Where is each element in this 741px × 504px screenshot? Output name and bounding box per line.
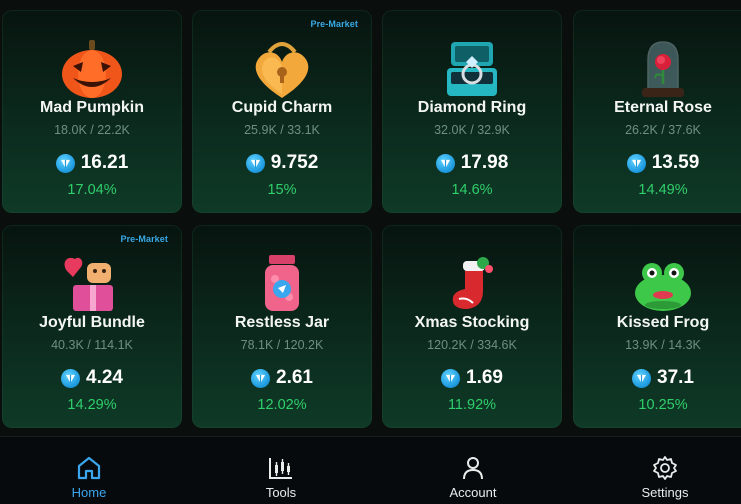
nav-item-account[interactable]: Account — [413, 437, 533, 504]
gift-bundle-icon — [64, 257, 113, 311]
gift-change: 15% — [267, 182, 297, 198]
nav-label: Tools — [265, 485, 297, 500]
gift-price: 1.69 — [382, 367, 562, 389]
ton-icon — [55, 153, 75, 173]
user-icon — [463, 457, 483, 480]
gift-card-mad-pumpkin[interactable]: Mad Pumpkin 18.0K / 22.2K 16.21 17.04% — [2, 10, 182, 213]
gift-card-eternal-rose[interactable]: Eternal Rose 26.2K / 37.6K 13.59 14.49% — [573, 10, 741, 213]
gift-change: 11.92% — [447, 397, 497, 413]
nav-item-tools[interactable]: Tools — [221, 437, 341, 504]
gift-change: 17.04% — [67, 182, 117, 198]
gift-supply: 78.1K / 120.2K — [240, 338, 324, 352]
gift-price-value: 17.98 — [460, 152, 509, 173]
gift-supply: 32.0K / 32.9K — [434, 123, 510, 137]
pumpkin-icon — [62, 40, 122, 98]
gift-price-value: 37.1 — [657, 367, 694, 388]
gift-name: Xmas Stocking — [414, 314, 530, 331]
gift-card-kissed-frog[interactable]: Kissed Frog 13.9K / 14.3K 37.1 10.25% — [573, 225, 741, 428]
nav-item-home[interactable]: Home — [29, 437, 149, 504]
stocking-icon — [452, 257, 493, 309]
gift-price: 2.61 — [192, 367, 372, 389]
gift-supply: 120.2K / 334.6K — [427, 338, 517, 352]
home-icon — [77, 456, 101, 480]
gift-name: Eternal Rose — [614, 99, 712, 116]
gift-card-restless-jar[interactable]: Restless Jar 78.1K / 120.2K 2.61 12.02% — [192, 225, 372, 428]
gift-price: 4.24 — [2, 367, 182, 389]
gift-supply: 25.9K / 33.1K — [244, 123, 320, 137]
gift-price: 9.752 — [192, 152, 372, 174]
gift-price-value: 2.61 — [276, 367, 313, 388]
ton-icon — [626, 153, 646, 173]
gift-price: 16.21 — [2, 152, 182, 174]
gift-name: Cupid Charm — [231, 99, 333, 116]
gift-supply: 26.2K / 37.6K — [625, 123, 701, 137]
gift-card-joyful-bundle[interactable]: Pre-Market Joyful Bundle 40.3K / 114.1K … — [2, 225, 182, 428]
rose-dome-icon — [642, 41, 684, 97]
candlestick-icon — [269, 458, 292, 479]
gift-price: 17.98 — [382, 152, 562, 174]
ton-icon — [61, 368, 80, 388]
gift-price-value: 13.59 — [651, 152, 700, 173]
nav-item-settings[interactable]: Settings — [605, 437, 725, 504]
jar-icon — [265, 255, 299, 311]
nav-label: Account — [449, 485, 497, 500]
gift-change: 14.6% — [451, 182, 493, 198]
gift-name: Restless Jar — [234, 314, 330, 331]
gift-card-xmas-stocking[interactable]: Xmas Stocking 120.2K / 334.6K 1.69 11.92… — [382, 225, 562, 428]
frog-icon — [635, 263, 691, 311]
ton-icon — [245, 153, 265, 173]
gift-supply: 18.0K / 22.2K — [54, 123, 130, 137]
gift-card-cupid-charm[interactable]: Pre-Market Cupid Charm 25.9K / 33.1K 9.7… — [192, 10, 372, 213]
gift-change: 12.02% — [257, 397, 307, 413]
gift-price-value: 9.752 — [270, 152, 319, 173]
gift-change: 10.25% — [638, 397, 688, 413]
gift-name: Diamond Ring — [417, 99, 527, 116]
ton-icon — [632, 368, 651, 388]
gift-name: Joyful Bundle — [39, 314, 145, 331]
pre-market-badge: Pre-Market — [310, 19, 358, 29]
bottom-nav: Home Tools Account Settings — [0, 436, 741, 504]
gift-price: 13.59 — [573, 152, 741, 174]
ton-icon — [435, 153, 455, 173]
gift-supply: 13.9K / 14.3K — [625, 338, 701, 352]
gift-name: Kissed Frog — [616, 314, 710, 331]
pre-market-badge: Pre-Market — [120, 234, 168, 244]
gift-change: 14.29% — [67, 397, 117, 413]
ton-icon — [251, 368, 270, 388]
heart-lock-icon — [255, 42, 309, 98]
gift-price-value: 1.69 — [466, 367, 503, 388]
nav-label: Home — [71, 485, 107, 500]
gift-change: 14.49% — [638, 182, 688, 198]
gift-supply: 40.3K / 114.1K — [51, 338, 133, 352]
gear-icon — [653, 456, 677, 480]
gift-grid: Mad Pumpkin 18.0K / 22.2K 16.21 17.04% P… — [0, 0, 741, 436]
gift-price-value: 16.21 — [80, 152, 129, 173]
gift-price-value: 4.24 — [86, 367, 123, 388]
ring-box-icon — [447, 42, 497, 96]
gift-name: Mad Pumpkin — [39, 99, 144, 116]
nav-label: Settings — [641, 485, 689, 500]
gift-price: 37.1 — [573, 367, 741, 389]
gift-card-diamond-ring[interactable]: Diamond Ring 32.0K / 32.9K 17.98 14.6% — [382, 10, 562, 213]
ton-icon — [441, 368, 460, 388]
